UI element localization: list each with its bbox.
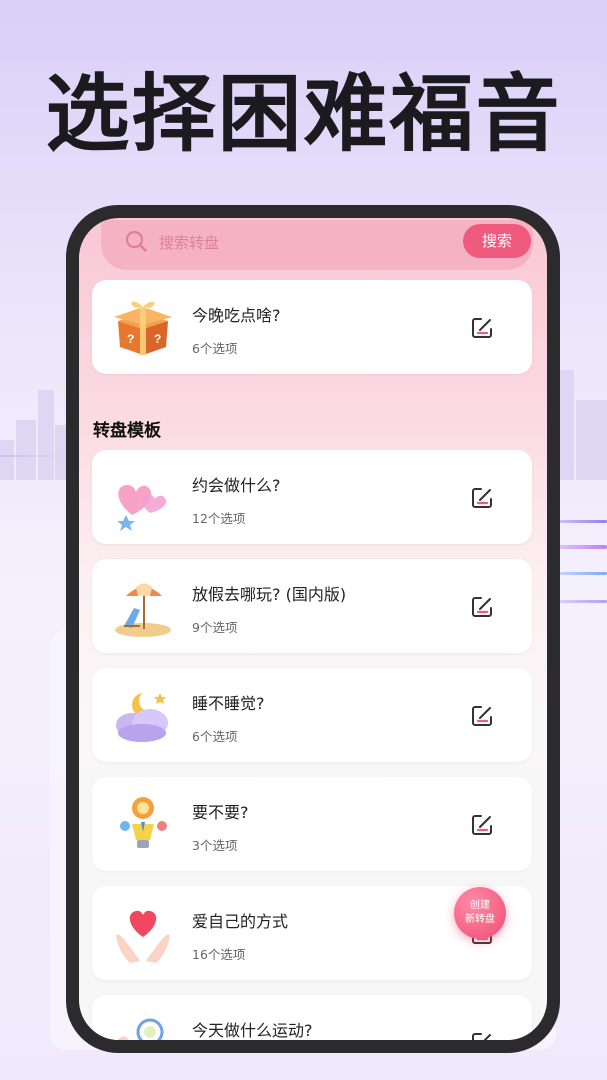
wheel-option-count: 9个选项 [192, 620, 238, 635]
wheel-option-count: 12个选项 [192, 511, 246, 526]
wheel-title: 约会做什么? [192, 476, 281, 495]
app-screen: 搜索转盘 搜索 ? ? 今晚吃点啥? 6个选项 转盘模板 约会做什么? 12个选… [79, 218, 547, 1040]
wheel-option-count: 6个选项 [192, 341, 238, 356]
edit-icon[interactable] [470, 1031, 494, 1040]
moon-cloud-icon [116, 691, 168, 742]
wheel-title: 睡不睡觉? [192, 694, 265, 713]
search-button[interactable]: 搜索 [463, 224, 531, 258]
create-wheel-label-line2: 新转盘 [465, 914, 495, 925]
template-card[interactable]: 今天做什么运动? [92, 995, 532, 1040]
wheel-option-count: 3个选项 [192, 838, 238, 853]
search-bar[interactable]: 搜索转盘 搜索 [101, 220, 533, 270]
light-streak [0, 455, 70, 457]
wheel-option-count: 16个选项 [192, 947, 246, 962]
search-icon [125, 230, 147, 252]
phone-frame: 搜索转盘 搜索 ? ? 今晚吃点啥? 6个选项 转盘模板 约会做什么? 12个选… [66, 205, 560, 1053]
edit-icon[interactable] [470, 704, 494, 728]
beach-chair-icon [115, 583, 171, 637]
hearts-icon [117, 484, 167, 531]
wheel-title: 要不要? [192, 803, 249, 822]
template-card[interactable]: 放假去哪玩? (国内版) 9个选项 [92, 559, 532, 653]
wheel-title: 今晚吃点啥? [192, 306, 281, 325]
search-input[interactable]: 搜索转盘 [159, 232, 219, 253]
gift-box-icon: ? ? [114, 301, 172, 355]
svg-text:?: ? [127, 332, 134, 346]
wheel-option-count: 6个选项 [192, 729, 238, 744]
template-card[interactable]: 要不要? 3个选项 [92, 777, 532, 871]
racket-icon [118, 1018, 164, 1040]
wheel-title: 爱自己的方式 [192, 912, 289, 931]
heart-hands-icon [116, 910, 170, 963]
edit-icon[interactable] [470, 486, 494, 510]
section-title-templates: 转盘模板 [93, 421, 161, 441]
lightbulb-icon [120, 797, 167, 848]
template-card[interactable]: 约会做什么? 12个选项 [92, 450, 532, 544]
create-wheel-label-line1: 创建 [470, 900, 490, 911]
wheel-title: 放假去哪玩? (国内版) [192, 585, 347, 604]
featured-wheel-card[interactable]: ? ? 今晚吃点啥? 6个选项 [92, 280, 532, 374]
edit-icon[interactable] [470, 595, 494, 619]
svg-text:?: ? [154, 332, 161, 346]
edit-icon[interactable] [470, 813, 494, 837]
wheel-title: 今天做什么运动? [192, 1021, 313, 1040]
promo-headline: 选择困难福音 [45, 65, 562, 163]
template-card[interactable]: 睡不睡觉? 6个选项 [92, 668, 532, 762]
create-wheel-button[interactable]: 创建 新转盘 [454, 887, 506, 939]
edit-icon[interactable] [470, 316, 494, 340]
